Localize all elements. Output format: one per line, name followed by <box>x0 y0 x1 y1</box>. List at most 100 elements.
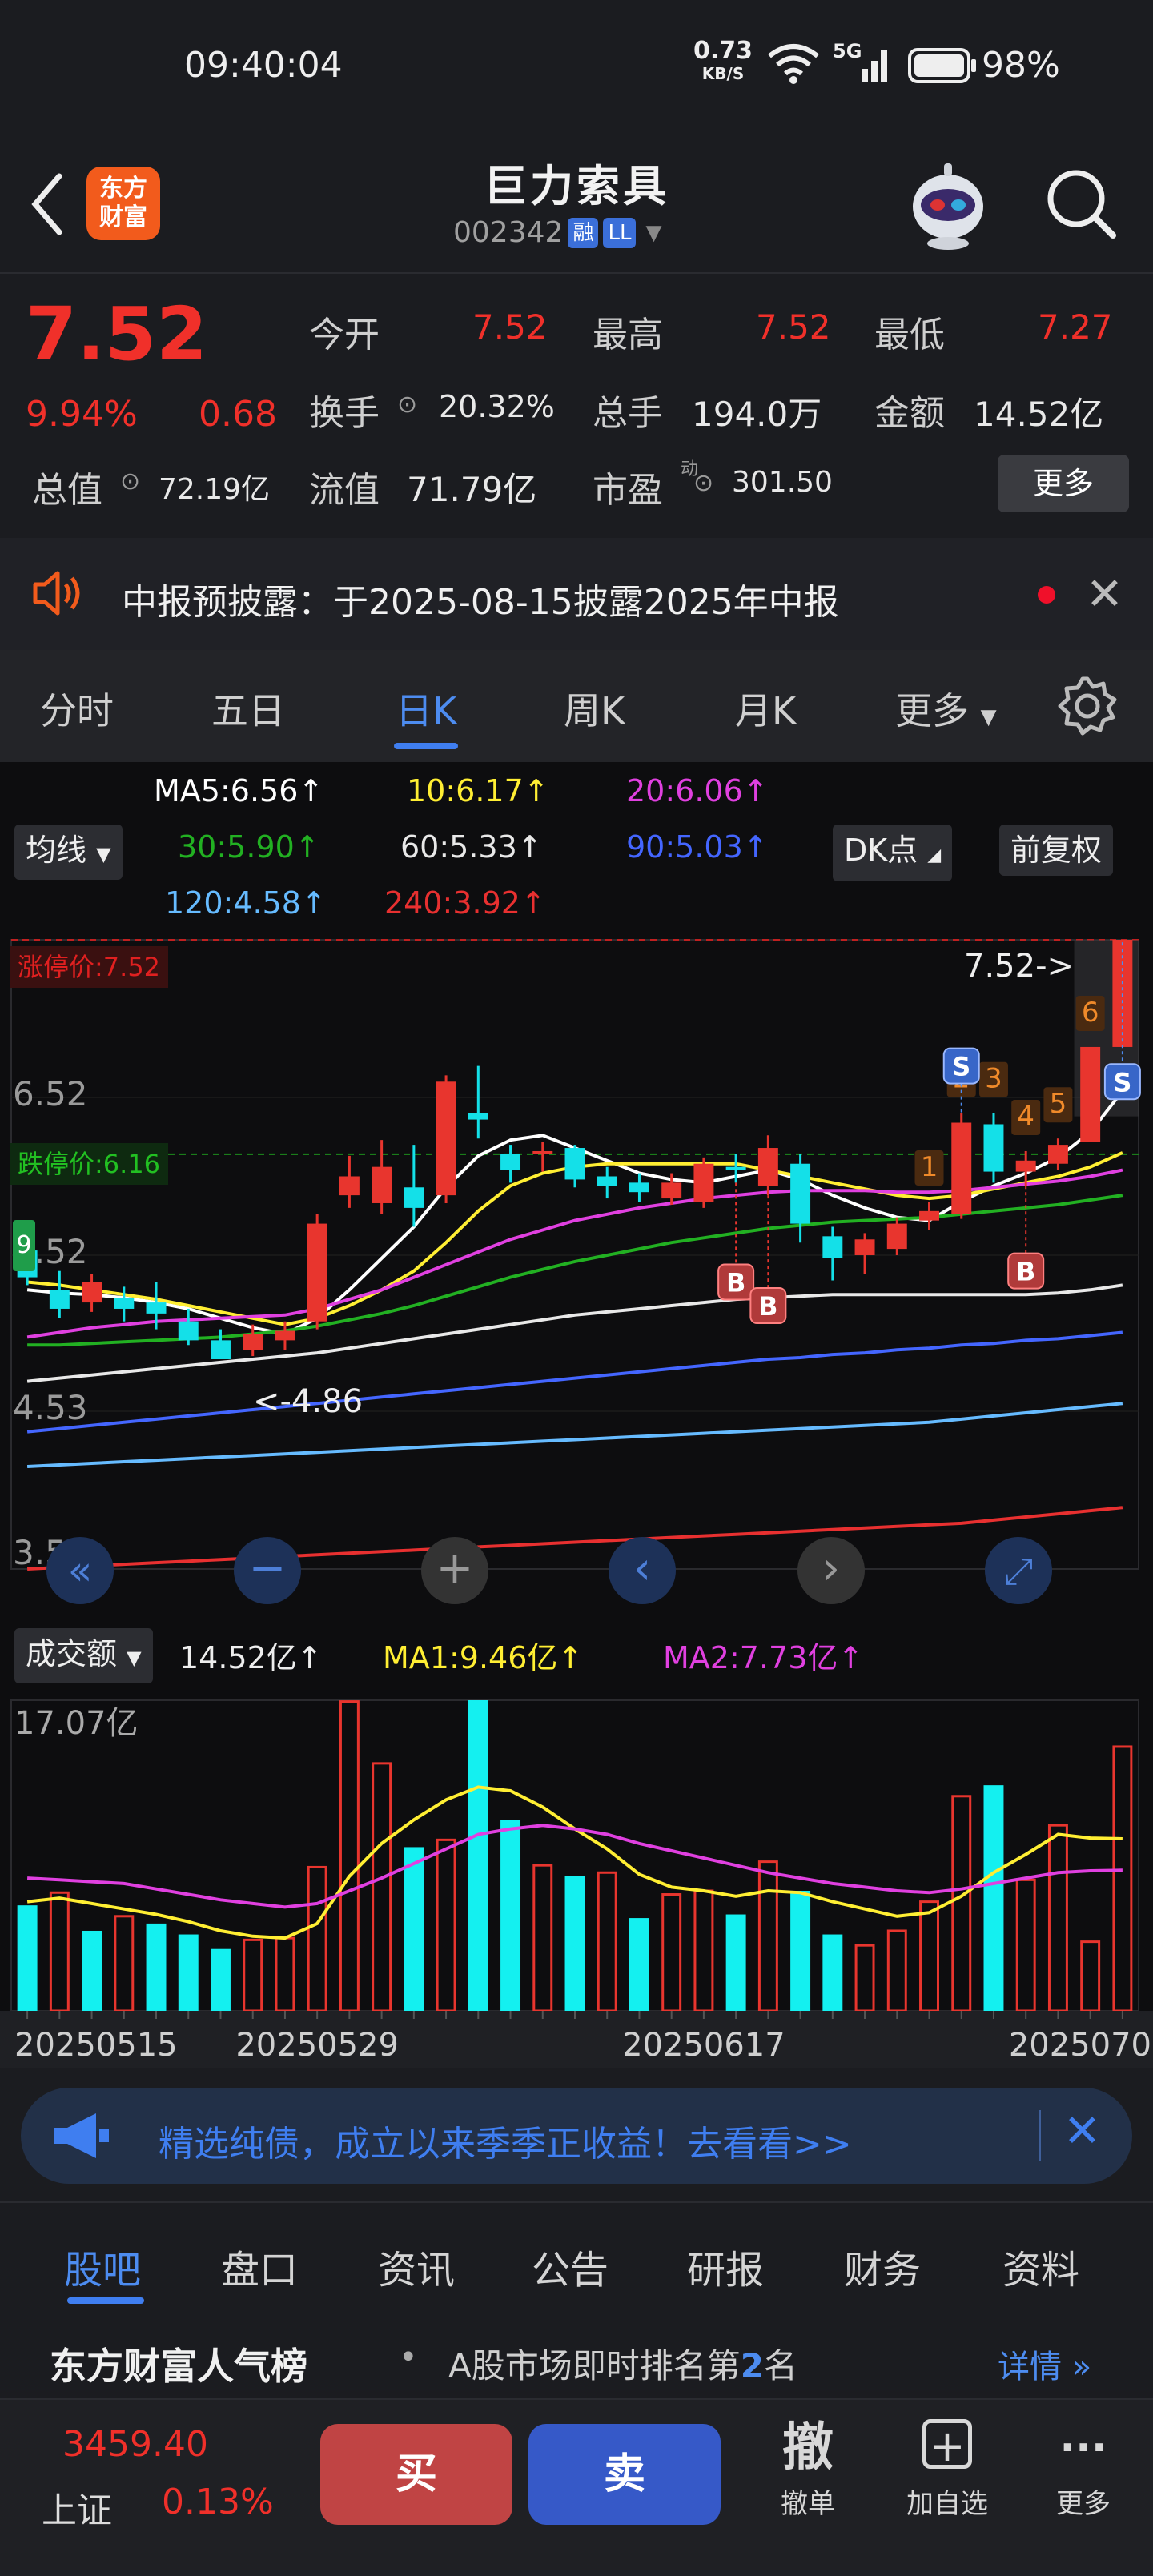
robot-assistant-icon[interactable] <box>900 157 996 256</box>
candlestick-chart[interactable]: 7.526.525.524.533.531234567BBBSS <box>0 937 1153 1585</box>
notice-bar[interactable]: 中报预披露：于2025-08-15披露2025年中报 ✕ <box>0 538 1153 650</box>
volume-bar <box>532 1864 553 2012</box>
date-tick-label: 20250515 <box>14 2027 178 2064</box>
tab-intraday[interactable]: 分时 <box>40 682 114 735</box>
low-value: 7.27 <box>1038 307 1113 347</box>
date-tick-label: 20250617 <box>622 2027 785 2064</box>
volume-bar <box>307 1865 327 2012</box>
ma60-label: 60:5.33↑ <box>400 829 543 865</box>
tab-finance[interactable]: 财务 <box>844 2238 921 2294</box>
tab-more[interactable]: 更多 ▼ <box>895 682 997 735</box>
tab-profile[interactable]: 资料 <box>1002 2238 1079 2294</box>
more-quote-button[interactable]: 更多 <box>998 455 1129 512</box>
float-cap-label: 流值 <box>309 470 380 511</box>
close-icon[interactable]: ✕ <box>1063 2105 1101 2157</box>
candle-body <box>243 1334 263 1350</box>
candle-body <box>307 1223 327 1322</box>
candle-body <box>436 1081 456 1196</box>
popularity-rank-row[interactable]: 东方财富人气榜 • A股市场即时排名第2名 详情 » <box>0 2321 1153 2398</box>
candle-body <box>725 1166 746 1170</box>
tab-research[interactable]: 研报 <box>687 2238 764 2294</box>
candle-body <box>1047 1145 1068 1164</box>
volume-bar <box>822 1934 843 2011</box>
buy-marker-label: B <box>758 1291 777 1322</box>
open-label: 今开 <box>309 315 380 355</box>
add-watchlist-button[interactable]: + 加自选 <box>889 2414 1006 2521</box>
info-icon[interactable]: ⊙ <box>693 469 713 497</box>
double-chevron-right-icon: » <box>1071 2349 1092 2385</box>
tab-announcements[interactable]: 公告 <box>532 2238 609 2294</box>
volume-bar <box>854 1944 875 2012</box>
volume-bar <box>951 1795 972 2012</box>
volume-bar <box>597 1871 617 2012</box>
side-badge[interactable]: 9 <box>13 1220 35 1271</box>
sell-button[interactable]: 卖 <box>528 2424 721 2525</box>
detail-link[interactable]: 详情 » <box>998 2341 1091 2387</box>
count-label: 3 <box>985 1063 1002 1095</box>
volume-value: 194.0万 <box>692 395 822 434</box>
volume-bar <box>82 1930 102 2011</box>
low-annotation: <-4.86 <box>253 1383 364 1420</box>
candle-body <box>404 1187 424 1208</box>
tab-pankou[interactable]: 盘口 <box>221 2238 298 2294</box>
high-value: 7.52 <box>756 307 831 347</box>
quote-panel: 7.52 9.94% 0.68 今开 7.52 最高 7.52 最低 7.27 … <box>0 272 1153 538</box>
ad-banner[interactable]: 精选纯债，成立以来季季正收益！去看看>> ✕ <box>21 2088 1132 2184</box>
volume-bar <box>114 1915 135 2012</box>
info-icon[interactable]: ⊙ <box>120 467 140 496</box>
info-icon[interactable]: ⊙ <box>397 391 417 419</box>
zoom-out-button[interactable]: − <box>234 1537 301 1604</box>
market-cap-value: 72.19亿 <box>159 473 271 506</box>
volume-ma2-label: MA2:7.73亿↑ <box>663 1640 864 1675</box>
tab-guba[interactable]: 股吧 <box>64 2238 141 2294</box>
candle-body <box>564 1148 585 1180</box>
tab-five-day[interactable]: 五日 <box>211 682 285 735</box>
volume-bar <box>629 1918 649 2011</box>
rank-text: A股市场即时排名第2名 <box>448 2346 797 2385</box>
tab-weekly-k[interactable]: 周K <box>564 682 625 735</box>
more-actions-button[interactable]: ··· 更多 <box>1039 2414 1127 2521</box>
amount-value: 14.52亿 <box>974 395 1104 434</box>
info-tabs: 股吧 盘口 资讯 公告 研报 财务 资料 <box>0 2201 1153 2323</box>
chevron-down-icon: ▼ <box>645 220 662 245</box>
candle-body <box>757 1148 778 1186</box>
scroll-start-button[interactable]: « <box>46 1537 114 1604</box>
volume-bar <box>211 1948 231 2011</box>
scroll-left-button[interactable]: ‹ <box>609 1537 676 1604</box>
withdraw-button[interactable]: 撤 撤单 <box>757 2414 858 2521</box>
fullscreen-button[interactable]: ⤢ <box>985 1537 1052 1604</box>
open-value: 7.52 <box>472 307 548 347</box>
battery-level: 98% <box>982 45 1060 86</box>
count-label: 6 <box>1082 997 1099 1029</box>
candle-body <box>500 1154 521 1170</box>
buy-button[interactable]: 买 <box>320 2424 512 2525</box>
volume-chart[interactable]: 20250515 20250529 20250617 20250703 <box>0 1684 1153 2068</box>
volume-bar <box>1015 1878 1036 2012</box>
volume-bar <box>564 1876 585 2011</box>
active-tab-indicator <box>394 743 458 749</box>
adjust-select[interactable]: 前复权 <box>999 825 1114 876</box>
search-icon[interactable] <box>1041 163 1121 247</box>
pe-label: 市盈 <box>593 470 663 511</box>
zoom-in-button[interactable]: + <box>421 1537 488 1604</box>
volume-label: 总手 <box>593 393 663 434</box>
battery-icon <box>908 48 977 86</box>
stock-code-row[interactable]: 002342 融 LL ▼ <box>453 216 661 249</box>
high-label: 最高 <box>593 315 663 355</box>
volume-max-label: 17.07亿 <box>14 1705 139 1742</box>
candle-body <box>1080 1046 1101 1142</box>
close-icon[interactable]: ✕ <box>1086 568 1123 620</box>
indicator-select[interactable]: 均线 ▼ <box>14 825 123 880</box>
count-label: 5 <box>1050 1088 1067 1120</box>
tab-daily-k[interactable]: 日K <box>396 682 456 735</box>
wifi-icon <box>765 40 822 88</box>
ma-line-7 <box>27 1506 1123 1571</box>
tab-news[interactable]: 资讯 <box>378 2238 455 2294</box>
settings-gear-icon[interactable] <box>1055 674 1119 741</box>
buy-marker-label: B <box>1016 1257 1035 1287</box>
tab-monthly-k[interactable]: 月K <box>735 682 796 735</box>
dk-point-select[interactable]: DK点 ◢ <box>833 825 953 881</box>
volume-indicator-select[interactable]: 成交额 ▼ <box>14 1628 153 1683</box>
scroll-right-button[interactable]: › <box>797 1537 865 1604</box>
low-label: 最低 <box>874 315 945 355</box>
